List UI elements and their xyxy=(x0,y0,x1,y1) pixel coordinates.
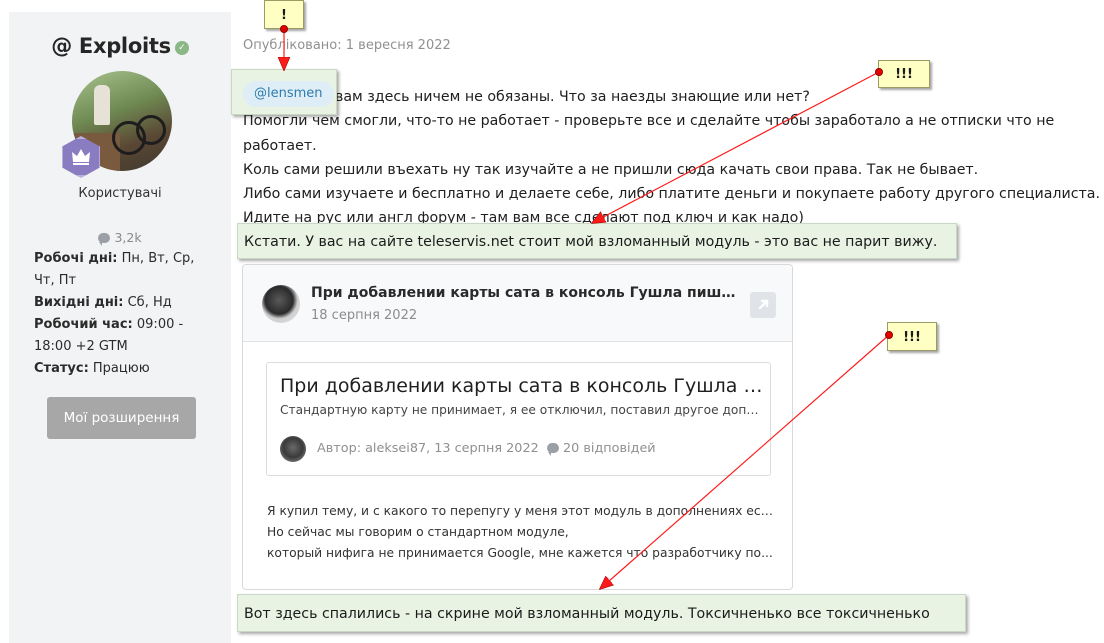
arrow-1 xyxy=(280,24,287,70)
arrow-2 xyxy=(592,68,884,223)
annotation-arrows xyxy=(0,24,894,643)
arrow-3 xyxy=(600,330,894,589)
